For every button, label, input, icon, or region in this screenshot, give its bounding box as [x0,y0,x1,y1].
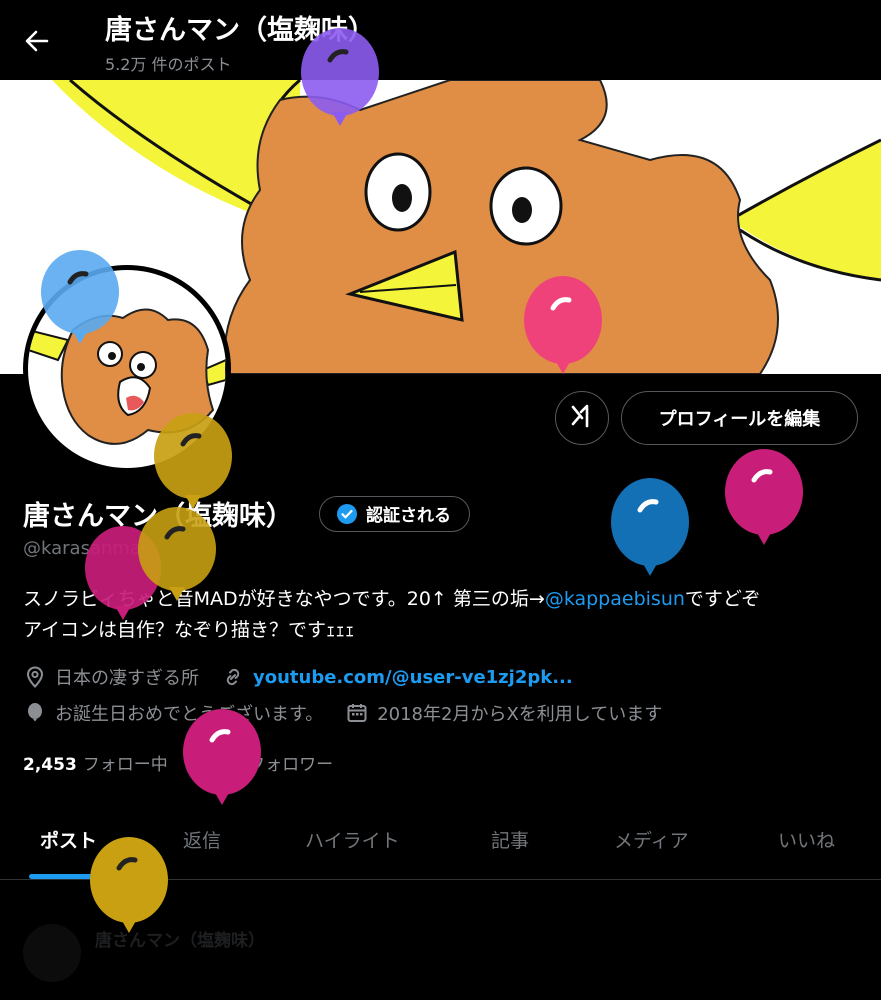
post-count: 5.2万 件のポスト [105,55,232,74]
balloon-dark-blue [611,478,689,576]
post-avatar[interactable] [23,924,81,982]
following-count: 2,453 [23,755,77,775]
location-text: 日本の凄すぎる所 [55,668,199,689]
website-link[interactable]: youtube.com/@user-ve1zj2pk... [253,667,573,688]
link-icon [221,665,245,689]
tab-media[interactable]: メディア [614,826,689,853]
followers-label: フォロワー [248,755,334,775]
birthday-text: お誕生日おめでとうございます。 [55,704,324,725]
location-pin-icon [23,665,47,689]
joined-text: 2018年2月からXを利用しています [377,704,663,725]
arrow-left-icon[interactable] [20,24,54,58]
edit-profile-button[interactable]: プロフィールを編集 [621,391,858,445]
handle: @karasanman [23,538,153,559]
calendar-icon [345,701,369,725]
header-title: 唐さんマン（塩麹味） [105,15,375,46]
profile-meta-row-2: お誕生日おめでとうございます。 2018年2月からXを利用しています [23,700,662,726]
bio-text-suffix: ですどぞ [684,588,761,610]
tab-highlights[interactable]: ハイライト [305,826,400,853]
active-tab-indicator [29,874,111,879]
display-name: 唐さんマン（塩麹味） [23,501,293,532]
verified-label: 認証される [366,506,451,526]
verified-badge-button[interactable]: 認証される [319,495,470,532]
top-bar: 唐さんマン（塩麹味） 5.2万 件のポスト [0,0,881,80]
bio-text: スノラビィちゃと音MADが好きなやつです。20↑ 第三の垢→ [23,588,545,610]
following-label: フォロー中 [82,755,168,775]
verified-check-icon [337,503,357,524]
tab-likes[interactable]: いいね [778,826,835,853]
tab-replies[interactable]: 返信 [183,826,221,853]
balloon-magenta [725,449,803,545]
bio-line-2: アイコンは自作？なぞり描き？ですｪｪｪ [23,619,355,641]
profile-tabs: ポスト 返信 ハイライト 記事 メディア いいね [0,806,881,880]
tab-articles[interactable]: 記事 [491,826,529,853]
following-link[interactable]: 2,453 フォロー中 [23,755,168,775]
tab-posts[interactable]: ポスト [40,826,97,853]
grok-button[interactable] [555,391,609,445]
followers-count: 634 [206,755,243,775]
followers-link[interactable]: 634 フォロワー [207,755,334,775]
follow-stats: 2,453 フォロー中 634 フォロワー [23,750,333,775]
profile-meta-row-1: 日本の凄すぎる所 youtube.com/@user-ve1zj2pk... [23,664,573,690]
bio-mention-link[interactable]: @kappaebisun [545,588,685,610]
bio: スノラビィちゃと音MADが好きなやつです。20↑ 第三の垢→@kappaebis… [23,584,873,646]
balloon-icon [23,701,47,725]
post-author: 唐さんマン（塩麹味） [95,931,265,951]
name-row: 唐さんマン（塩麹味） 認証される [23,494,470,533]
avatar[interactable] [23,265,231,473]
grok-icon [568,402,596,434]
